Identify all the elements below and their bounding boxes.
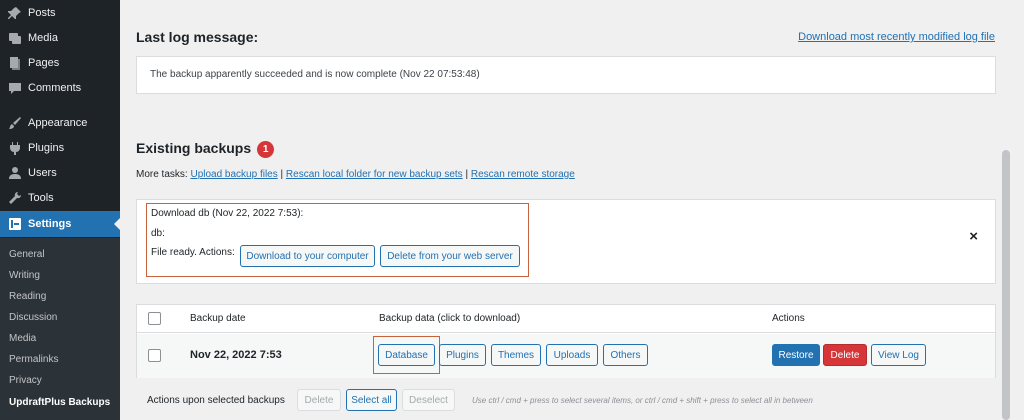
backups-table: Backup date Backup data (click to downlo… [136,304,996,378]
database-button[interactable]: Database [378,344,435,366]
sidebar-item-media[interactable]: Media [0,25,120,51]
plugins-icon [8,141,22,155]
submenu-permalinks[interactable]: Permalinks [9,351,58,369]
backup-count-badge: 1 [257,140,275,158]
sidebar-item-pages[interactable]: Pages [0,50,120,76]
sidebar-item-label: Users [28,167,57,179]
download-panel: Download db (Nov 22, 2022 7:53): db: Fil… [136,199,996,284]
select-all-button[interactable]: Select all [346,389,397,411]
submenu-media[interactable]: Media [9,330,36,348]
themes-button[interactable]: Themes [491,344,541,366]
submenu-reading[interactable]: Reading [9,288,46,306]
header-backup-date: Backup date [190,313,246,324]
media-icon [8,31,22,45]
sidebar-item-label: Pages [28,57,60,69]
row-checkbox[interactable] [148,349,161,362]
brush-icon [8,116,22,130]
download-to-computer-button[interactable]: Download to your computer [240,245,375,267]
download-panel-title: Download db (Nov 22, 2022 7:53): [151,208,304,219]
submenu-discussion[interactable]: Discussion [9,309,57,327]
close-icon[interactable]: × [969,228,978,245]
others-button[interactable]: Others [603,344,648,366]
rescan-local-link[interactable]: Rescan local folder for new backup sets [286,169,463,180]
users-icon [8,166,22,180]
settings-submenu: General Writing Reading Discussion Media… [0,238,120,420]
download-item-label: db: [151,228,165,239]
uploads-button[interactable]: Uploads [546,344,598,366]
plugins-button[interactable]: Plugins [439,344,486,366]
download-log-link[interactable]: Download most recently modified log file [798,31,995,43]
submenu-writing[interactable]: Writing [9,267,40,285]
sidebar-item-label: Comments [28,82,82,94]
header-backup-data: Backup data (click to download) [379,313,521,324]
scrollbar-track[interactable] [1000,0,1012,420]
sidebar-item-label: Plugins [28,142,65,154]
sidebar-item-tools[interactable]: Tools [0,185,120,211]
pages-icon [8,56,22,70]
comments-icon [8,81,22,95]
upload-backup-files-link[interactable]: Upload backup files [190,169,277,180]
sidebar-item-label: Appearance [28,117,88,129]
selected-actions-label: Actions upon selected backups [147,395,285,406]
submenu-privacy[interactable]: Privacy [9,372,42,390]
rescan-remote-link[interactable]: Rescan remote storage [471,169,575,180]
sidebar-item-label: Tools [28,192,54,204]
separator: | [465,169,469,180]
existing-backups-label: Existing backups [136,140,252,156]
header-actions: Actions [772,313,805,324]
log-message-box: The backup apparently succeeded and is n… [136,56,996,94]
sidebar-item-appearance[interactable]: Appearance [0,110,120,136]
file-ready-text: File ready. Actions: [151,247,235,258]
restore-button[interactable]: Restore [772,344,820,366]
row-backup-date: Nov 22, 2022 7:53 [190,349,282,361]
existing-backups-title: Existing backups 1 [136,140,275,158]
view-log-button[interactable]: View Log [871,344,926,366]
sidebar-item-label: Media [28,32,58,44]
sidebar-item-users[interactable]: Users [0,160,120,186]
pin-icon [8,6,22,20]
table-row: Nov 22, 2022 7:53 Database Plugins Theme… [137,334,995,378]
select-all-checkbox[interactable] [148,312,161,325]
delete-from-server-button[interactable]: Delete from your web server [380,245,520,267]
log-message: The backup apparently succeeded and is n… [150,69,480,80]
submenu-general[interactable]: General [9,246,45,264]
log-title: Last log message: [136,29,259,45]
scrollbar-thumb[interactable] [1002,150,1010,420]
deselect-button[interactable]: Deselect [402,389,455,411]
more-tasks-row: More tasks: Upload backup files | Rescan… [136,169,575,180]
sidebar-item-posts[interactable]: Posts [0,0,120,26]
sidebar-item-label: Settings [28,218,72,230]
sidebar-item-settings[interactable]: Settings [0,211,120,237]
more-tasks-label: More tasks: [136,169,188,180]
admin-sidebar: Posts Media Pages Comments Appearance Pl… [0,0,120,420]
main-content: Last log message: Download most recently… [120,0,1012,420]
bulk-delete-button[interactable]: Delete [297,389,341,411]
settings-icon [8,217,22,231]
sidebar-item-label: Posts [28,7,56,19]
wrench-icon [8,191,22,205]
submenu-updraftplus[interactable]: UpdraftPlus Backups [9,394,110,412]
selection-hint: Use ctrl / cmd + press to select several… [472,396,813,405]
table-header: Backup date Backup data (click to downlo… [137,305,995,333]
sidebar-item-plugins[interactable]: Plugins [0,135,120,161]
separator: | [280,169,284,180]
delete-button[interactable]: Delete [823,344,867,366]
sidebar-item-comments[interactable]: Comments [0,75,120,101]
